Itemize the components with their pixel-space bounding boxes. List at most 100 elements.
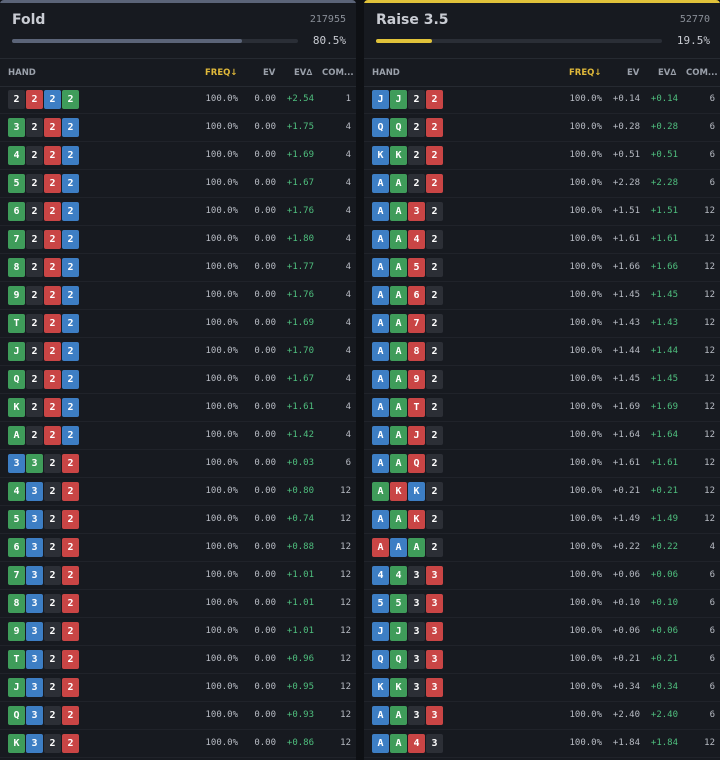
hand-row[interactable]: A A Q 2 100.0% +1.61 +1.61 12 [364, 450, 720, 478]
hand-row[interactable]: J J 2 2 100.0% +0.14 +0.14 6 [364, 86, 720, 114]
col-freq-header[interactable]: FREQ↓ [205, 68, 238, 78]
combos-value: 12 [704, 458, 715, 468]
hand-row[interactable]: 2 2 2 2 100.0% 0.00 +2.54 1 [0, 86, 356, 114]
hand-row[interactable]: T 3 2 2 100.0% 0.00 +0.96 12 [0, 646, 356, 674]
hand-row[interactable]: A A A 2 100.0% +0.22 +0.22 4 [364, 534, 720, 562]
hand-row[interactable]: A A K 2 100.0% +1.49 +1.49 12 [364, 506, 720, 534]
hand-row[interactable]: J 3 2 2 100.0% 0.00 +0.95 12 [0, 674, 356, 702]
hand-row[interactable]: A A 4 2 100.0% +1.61 +1.61 12 [364, 226, 720, 254]
hand-row[interactable]: A A 3 2 100.0% +1.51 +1.51 12 [364, 198, 720, 226]
card: 9 [408, 370, 425, 389]
hand-row[interactable]: A A 3 3 100.0% +2.40 +2.40 6 [364, 702, 720, 730]
card: 9 [8, 622, 25, 641]
hand-row[interactable]: A A 9 2 100.0% +1.45 +1.45 12 [364, 366, 720, 394]
hand-row[interactable]: A A 4 3 100.0% +1.84 +1.84 12 [364, 730, 720, 758]
col-freq-header[interactable]: FREQ↓ [569, 68, 602, 78]
hand-row[interactable]: K K 3 3 100.0% +0.34 +0.34 6 [364, 674, 720, 702]
hand-row[interactable]: 9 2 2 2 100.0% 0.00 +1.76 4 [0, 282, 356, 310]
hand-row[interactable]: 7 2 2 2 100.0% 0.00 +1.80 4 [0, 226, 356, 254]
hand-row[interactable]: 5 3 2 2 100.0% 0.00 +0.74 12 [0, 506, 356, 534]
col-combos-header[interactable]: COM... [686, 68, 718, 78]
card: 2 [44, 538, 61, 557]
col-hand-header[interactable]: HAND [8, 68, 36, 78]
ev-delta-value: +0.80 [286, 486, 314, 496]
hand-row[interactable]: A A 6 2 100.0% +1.45 +1.45 12 [364, 282, 720, 310]
hand-row[interactable]: A 2 2 2 100.0% 0.00 +1.42 4 [0, 422, 356, 450]
ev-delta-value: +1.43 [650, 318, 678, 328]
combos-value: 12 [704, 738, 715, 748]
ev-value: 0.00 [254, 94, 276, 104]
ev-delta-value: +1.01 [286, 570, 314, 580]
hand-row[interactable]: Q Q 3 3 100.0% +0.21 +0.21 6 [364, 646, 720, 674]
hand-row[interactable]: A A 2 2 100.0% +2.28 +2.28 6 [364, 170, 720, 198]
hand-cards: 3222 [8, 118, 79, 137]
card: 4 [8, 146, 25, 165]
ev-delta-value: +1.76 [286, 290, 314, 300]
freq-value: 100.0% [205, 122, 238, 132]
hand-row[interactable]: A A T 2 100.0% +1.69 +1.69 12 [364, 394, 720, 422]
hand-row[interactable]: 8 2 2 2 100.0% 0.00 +1.77 4 [0, 254, 356, 282]
hand-row[interactable]: K 2 2 2 100.0% 0.00 +1.61 4 [0, 394, 356, 422]
freq-value: 100.0% [569, 738, 602, 748]
hand-row[interactable]: 4 4 3 3 100.0% +0.06 +0.06 6 [364, 562, 720, 590]
ev-delta-value: +1.80 [286, 234, 314, 244]
hand-cards: AA72 [372, 314, 443, 333]
hand-row[interactable]: 4 3 2 2 100.0% 0.00 +0.80 12 [0, 478, 356, 506]
col-ev-delta-header[interactable]: EV∆ [294, 68, 312, 78]
card: 3 [26, 678, 43, 697]
hand-row[interactable]: 5 5 3 3 100.0% +0.10 +0.10 6 [364, 590, 720, 618]
card: 2 [44, 566, 61, 585]
hand-row[interactable]: A K K 2 100.0% +0.21 +0.21 12 [364, 478, 720, 506]
card: 2 [26, 370, 43, 389]
card: Q [390, 650, 407, 669]
hand-row[interactable]: T 2 2 2 100.0% 0.00 +1.69 4 [0, 310, 356, 338]
hand-row[interactable]: K 3 2 2 100.0% 0.00 +0.86 12 [0, 730, 356, 758]
ev-value: +0.21 [612, 654, 640, 664]
hand-row[interactable]: A A J 2 100.0% +1.64 +1.64 12 [364, 422, 720, 450]
freq-value: 100.0% [205, 150, 238, 160]
card: 2 [426, 258, 443, 277]
ev-delta-value: +0.86 [286, 738, 314, 748]
col-ev-header[interactable]: EV [263, 68, 275, 78]
combos-value: 6 [709, 122, 715, 132]
hand-row[interactable]: 6 2 2 2 100.0% 0.00 +1.76 4 [0, 198, 356, 226]
hand-row[interactable]: 6 3 2 2 100.0% 0.00 +0.88 12 [0, 534, 356, 562]
hand-row[interactable]: 8 3 2 2 100.0% 0.00 +1.01 12 [0, 590, 356, 618]
col-hand-header[interactable]: HAND [372, 68, 400, 78]
hand-row[interactable]: 7 3 2 2 100.0% 0.00 +1.01 12 [0, 562, 356, 590]
hand-row[interactable]: 3 2 2 2 100.0% 0.00 +1.75 4 [0, 114, 356, 142]
ev-delta-value: +1.67 [286, 374, 314, 384]
col-ev-header[interactable]: EV [627, 68, 639, 78]
card: 4 [390, 566, 407, 585]
hand-row[interactable]: Q 3 2 2 100.0% 0.00 +0.93 12 [0, 702, 356, 730]
hand-cards: Q322 [8, 706, 79, 725]
hand-row[interactable]: A A 7 2 100.0% +1.43 +1.43 12 [364, 310, 720, 338]
hand-row[interactable]: Q Q 2 2 100.0% +0.28 +0.28 6 [364, 114, 720, 142]
hand-row[interactable]: A A 8 2 100.0% +1.44 +1.44 12 [364, 338, 720, 366]
col-ev-delta-header[interactable]: EV∆ [658, 68, 676, 78]
col-combos-header[interactable]: COM... [322, 68, 354, 78]
hand-row[interactable]: 3 3 2 2 100.0% 0.00 +0.03 6 [0, 450, 356, 478]
card: 7 [8, 566, 25, 585]
hand-row[interactable]: Q 2 2 2 100.0% 0.00 +1.67 4 [0, 366, 356, 394]
ev-value: +1.66 [612, 262, 640, 272]
hand-row[interactable]: J J 3 3 100.0% +0.06 +0.06 6 [364, 618, 720, 646]
hand-row[interactable]: 9 3 2 2 100.0% 0.00 +1.01 12 [0, 618, 356, 646]
card: A [372, 258, 389, 277]
freq-value: 100.0% [569, 150, 602, 160]
ev-delta-value: +1.75 [286, 122, 314, 132]
ev-value: +1.64 [612, 430, 640, 440]
freq-value: 100.0% [205, 402, 238, 412]
hand-row[interactable]: A A 5 2 100.0% +1.66 +1.66 12 [364, 254, 720, 282]
hand-row[interactable]: J 2 2 2 100.0% 0.00 +1.70 4 [0, 338, 356, 366]
card: 7 [408, 314, 425, 333]
card: A [390, 202, 407, 221]
combos-value: 12 [704, 374, 715, 384]
hand-row[interactable]: K K 2 2 100.0% +0.51 +0.51 6 [364, 142, 720, 170]
combos-value: 12 [704, 290, 715, 300]
hand-row[interactable]: 5 2 2 2 100.0% 0.00 +1.67 4 [0, 170, 356, 198]
card: 3 [408, 678, 425, 697]
card: J [390, 622, 407, 641]
ev-value: +0.21 [612, 486, 640, 496]
hand-row[interactable]: 4 2 2 2 100.0% 0.00 +1.69 4 [0, 142, 356, 170]
